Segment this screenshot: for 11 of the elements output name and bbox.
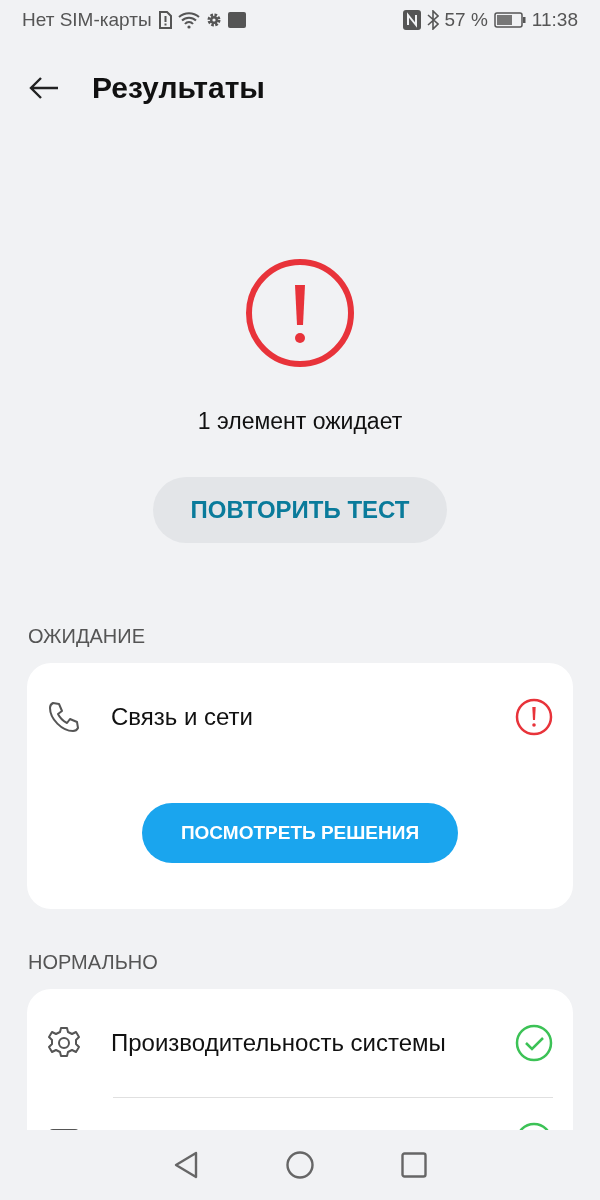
section-heading: НОРМАЛЬНО: [27, 950, 159, 975]
summary-text: 1 элемент ожидает: [197, 408, 403, 435]
retry-test-button[interactable]: ПОВТОРИТЬ ТЕСТ: [153, 477, 447, 543]
page-title: Результаты: [92, 71, 265, 105]
view-solutions-button[interactable]: ПОСМОТРЕТЬ РЕШЕНИЯ: [142, 803, 458, 863]
clock: 11:38: [531, 9, 578, 31]
item-label: Связь и сети: [111, 703, 253, 731]
section-heading: ОЖИДАНИЕ: [27, 624, 146, 649]
item-label: Производительность системы: [111, 1029, 446, 1057]
carrier-text: Нет SIM-карты: [22, 9, 152, 31]
battery-percent: 57 %: [444, 9, 488, 31]
